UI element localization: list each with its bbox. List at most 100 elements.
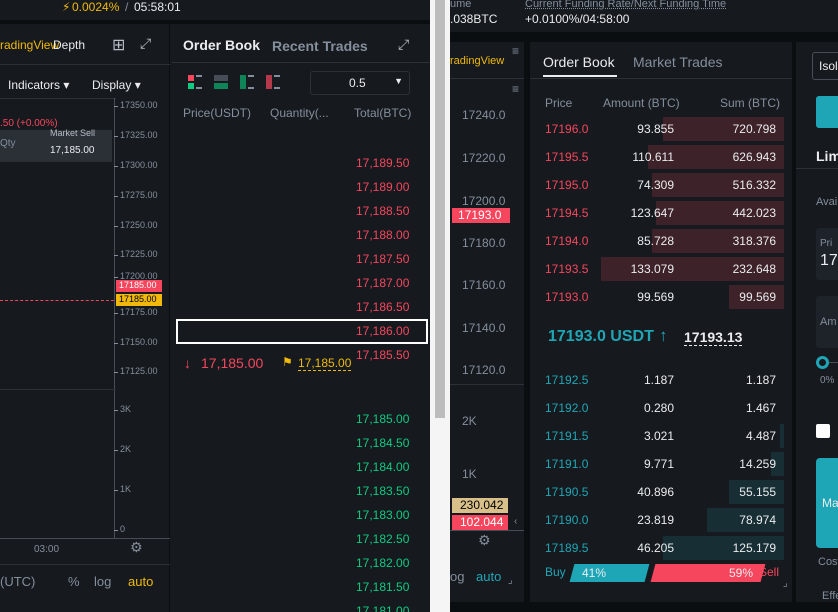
bid-row[interactable]: 17192.0 0.280 1.467 [530,394,784,422]
view-both-icon[interactable] [188,75,202,89]
bid-row[interactable]: 17,181.0015.77549.652 [344,599,430,612]
cell-price: 17191.0 [545,457,589,471]
bid-row[interactable]: 17,181.503.53933.877 [344,575,430,599]
tab-depth[interactable]: Depth [53,38,85,52]
ask-row[interactable]: 17,186.506.652132.596 [344,295,430,319]
log-toggle[interactable]: og [450,569,464,584]
time-label: 03:00 [34,544,60,555]
cell-price: 17,185.50 [356,348,410,362]
scrollbar-thumb[interactable] [435,0,445,418]
ask-row[interactable]: 17193.0 99.569 99.569 [530,283,784,311]
cell-sum: 442.023 [732,206,776,220]
depth-bar [780,424,784,448]
settings-icon[interactable]: ⚙ [478,532,491,549]
log-toggle[interactable]: log [94,574,111,589]
indicators-label: Indicators [8,78,61,92]
percent-toggle[interactable]: % [68,574,80,589]
tab-tradingview[interactable]: radingView [450,55,504,67]
left-exchange-window: ⚡ 0.0024% / 05:58:01 radingView Depth ⊞ … [0,0,430,612]
ask-row[interactable]: 17,188.001.786170.772 [344,223,430,247]
margin-mode-label: Isol [819,59,838,73]
view-asks-only-icon[interactable] [266,75,280,89]
cell-amount: 0.280 [643,401,674,415]
expand-icon[interactable]: ⤢ [140,35,151,52]
grid-layout-icon[interactable]: ⊞ [112,35,125,55]
bid-row[interactable]: 17,183.006.04818.300 [344,503,430,527]
bid-row[interactable]: 17189.5 46.205 125.179 [530,534,784,562]
bid-row[interactable]: 17,183.500.74512.252 [344,479,430,503]
header-sum: Sum (BTC) [720,96,780,110]
tab-recent-trades[interactable]: Recent Trades [272,38,368,54]
cell-price: 17191.5 [545,429,589,443]
view-asks-icon[interactable] [240,75,254,89]
menu-icon[interactable]: ≡ [512,44,519,58]
cell-price: 17195.0 [545,178,589,192]
collapse-icon[interactable]: ‹ [514,516,517,527]
ask-row[interactable]: 17,189.003.664191.685 [344,175,430,199]
scrollbar[interactable] [430,0,450,612]
auto-toggle[interactable]: auto [128,574,153,589]
bid-row[interactable]: 17191.5 3.021 4.487 [530,422,784,450]
tab-order-book[interactable]: Order Book [183,37,260,53]
tab-limit[interactable]: Lim [816,148,838,164]
checkbox[interactable] [816,424,830,438]
settings-icon[interactable]: ⚙ [130,539,143,556]
resize-icon[interactable]: ⌟ [508,575,513,586]
cell-price: 17,184.50 [356,436,410,450]
view-bids-icon[interactable] [214,75,228,89]
resize-icon[interactable]: ⌟ [783,578,788,589]
index-price[interactable]: 17193.13 [684,329,743,346]
cell-price: 17,184.00 [356,460,410,474]
tab-market-trades[interactable]: Market Trades [633,54,722,70]
ask-row[interactable]: 17195.0 74.309 516.332 [530,171,784,199]
axis-label: 17325.00 [114,130,158,140]
mark-price[interactable]: 17,185.00 [298,356,352,371]
price-input[interactable]: Pri 17 [816,228,838,280]
display-dropdown[interactable]: Display ▾ [92,78,141,92]
bid-row[interactable]: 17190.5 40.896 55.155 [530,478,784,506]
open-tab-button[interactable] [816,96,838,128]
slider-handle[interactable] [816,356,829,369]
bid-row[interactable]: 17192.5 1.187 1.187 [530,366,784,394]
cell-sum: 720.798 [732,122,776,136]
ask-row[interactable]: 17,187.5031.212168.986 [344,247,430,271]
bid-row[interactable]: 17,184.004.05011.507 [344,455,430,479]
cell-price: 17,187.50 [356,252,410,266]
bid-row[interactable]: 17,184.501.0067.457 [344,431,430,455]
ask-row[interactable]: 17195.5 110.611 626.943 [530,143,784,171]
axis-label: 17140.0 [462,321,506,335]
bid-row[interactable]: 17,182.007.06730.338 [344,551,430,575]
expand-icon[interactable]: ⤢ [398,36,409,53]
cell-price: 17194.0 [545,234,589,248]
ask-row[interactable]: 17194.0 85.728 318.376 [530,227,784,255]
ask-row[interactable]: 17194.5 123.647 442.023 [530,199,784,227]
menu-icon[interactable]: ≡ [512,82,519,96]
precision-select[interactable]: 0.5 ▼ [310,71,410,95]
open-long-button[interactable]: Ma [816,458,838,548]
indicators-dropdown[interactable]: Indicators ▾ [8,78,69,92]
cell-price: 17193.5 [545,262,589,276]
auto-toggle[interactable]: auto [476,569,501,584]
ask-row[interactable]: 17,188.5017.249188.021 [344,199,430,223]
ask-row[interactable]: 17193.5 133.079 232.648 [530,255,784,283]
chevron-down-icon: ▼ [394,76,403,86]
axis-label: 2K [113,444,132,454]
funding-label[interactable]: Current Funding Rate/Next Funding Time [525,0,726,10]
ask-row[interactable]: 17,185.50100.444100.444 [344,343,430,367]
amount-input[interactable]: Am [816,296,838,348]
last-price-tag: 17193.0 [452,208,510,223]
ask-row[interactable]: 17,187.005.178137.774 [344,271,430,295]
tab-order-book[interactable]: Order Book [543,54,615,70]
funding-rate: 0.0024% [72,0,120,14]
ask-row[interactable]: 17196.0 93.855 720.798 [530,115,784,143]
bid-row[interactable]: 17190.0 23.819 78.974 [530,506,784,534]
axis-label: 17250.00 [114,220,158,230]
bid-row[interactable]: 17191.0 9.771 14.259 [530,450,784,478]
bid-row[interactable]: 17,185.006.4516.451 [344,407,430,431]
bid-row[interactable]: 17,182.504.97123.271 [344,527,430,551]
cell-amount: 99.569 [637,290,674,304]
timezone-label[interactable]: (UTC) [0,574,35,589]
margin-mode-button[interactable]: Isol [812,52,838,80]
tab-tradingview[interactable]: radingView [0,38,59,52]
ask-row[interactable]: 17,189.5020.997212.682 [344,151,430,175]
